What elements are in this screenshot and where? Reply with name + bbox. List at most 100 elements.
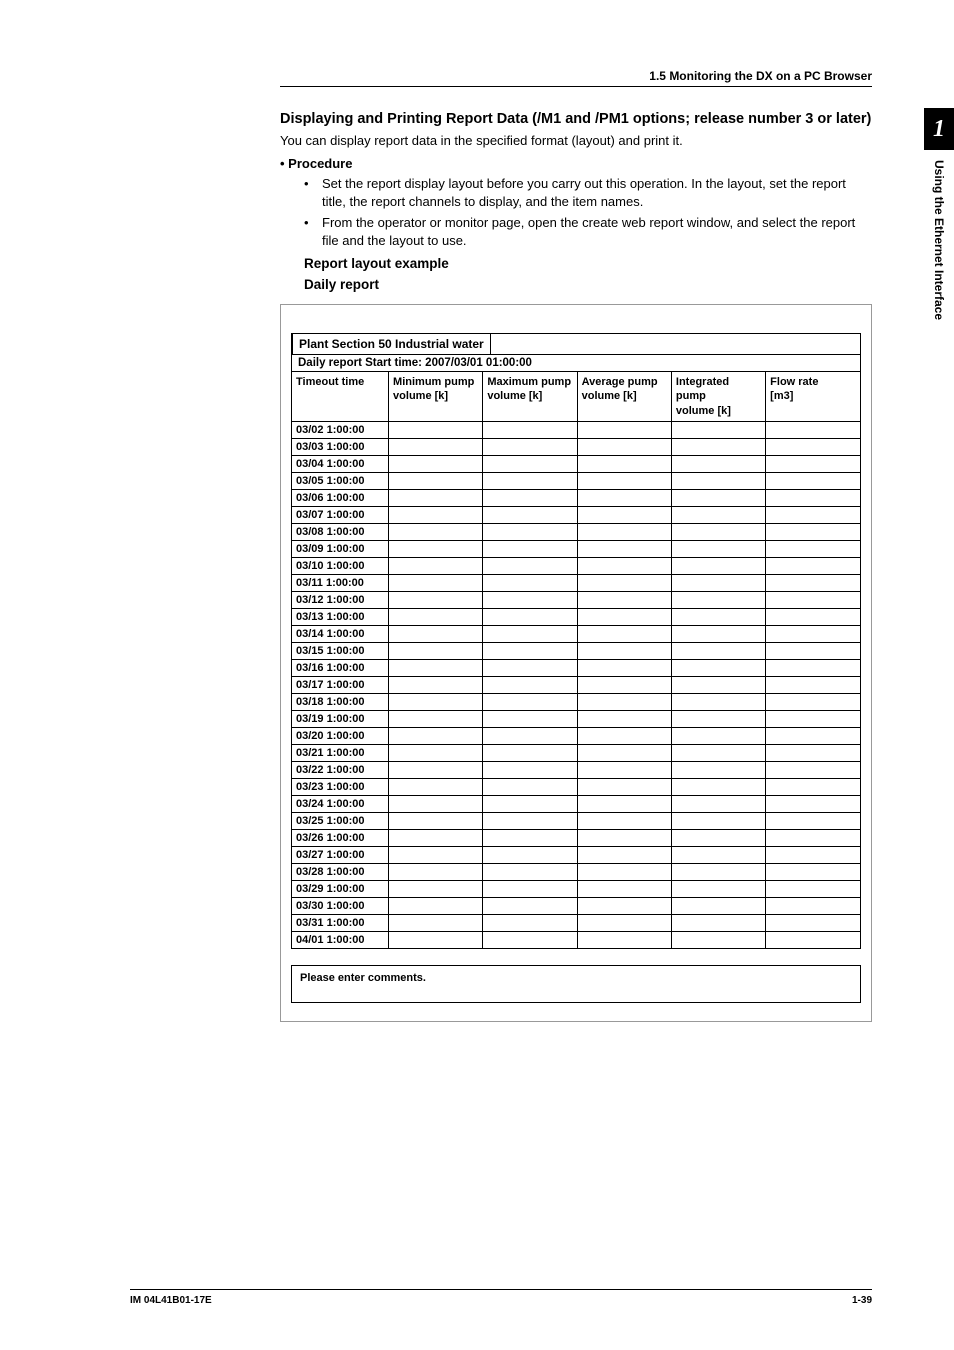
data-cell [671,710,765,727]
data-cell [766,642,860,659]
data-cell [766,710,860,727]
layout-example-heading: Report layout example [304,256,872,271]
data-cell [671,608,765,625]
timeout-cell: 03/07 1:00:00 [292,506,389,523]
data-cell [389,642,483,659]
data-cell [766,659,860,676]
table-row: 03/15 1:00:00 [292,642,860,659]
data-cell [483,659,577,676]
data-cell [766,778,860,795]
data-cell [671,778,765,795]
data-cell [671,829,765,846]
data-cell [389,659,483,676]
data-cell [671,880,765,897]
data-cell [389,608,483,625]
data-cell [389,591,483,608]
table-row: 03/22 1:00:00 [292,761,860,778]
chapter-number: 1 [924,108,954,150]
data-cell [577,710,671,727]
data-cell [671,727,765,744]
data-cell [389,557,483,574]
data-cell [766,455,860,472]
section-intro: You can display report data in the speci… [280,133,872,148]
data-cell [483,455,577,472]
data-cell [671,812,765,829]
data-cell [483,693,577,710]
data-cell [671,438,765,455]
data-cell [766,591,860,608]
data-cell [577,693,671,710]
table-row: 03/04 1:00:00 [292,455,860,472]
report-title: Plant Section 50 Industrial water [292,333,491,355]
data-cell [577,438,671,455]
data-cell [671,642,765,659]
data-cell [483,472,577,489]
data-cell [671,489,765,506]
data-cell [483,574,577,591]
data-cell [483,897,577,914]
data-cell [389,727,483,744]
timeout-cell: 03/26 1:00:00 [292,829,389,846]
data-cell [483,744,577,761]
footer-doc-id: IM 04L41B01-17E [130,1295,212,1306]
data-cell [671,625,765,642]
timeout-cell: 03/19 1:00:00 [292,710,389,727]
section-title: Displaying and Printing Report Data (/M1… [280,109,872,129]
data-cell [577,880,671,897]
table-row: 03/09 1:00:00 [292,540,860,557]
data-cell [577,472,671,489]
data-cell [483,642,577,659]
timeout-cell: 03/29 1:00:00 [292,880,389,897]
data-cell [483,557,577,574]
data-cell [766,540,860,557]
timeout-cell: 03/08 1:00:00 [292,523,389,540]
report-table: Timeout timeMinimum pumpvolume [k]Maximu… [292,372,860,948]
data-cell [671,421,765,438]
table-row: 03/13 1:00:00 [292,608,860,625]
data-cell [671,863,765,880]
data-cell [483,676,577,693]
data-cell [671,455,765,472]
report-layout-frame: Plant Section 50 Industrial water Daily … [280,304,872,1022]
table-row: 03/25 1:00:00 [292,812,860,829]
data-cell [577,421,671,438]
data-cell [577,591,671,608]
data-cell [577,761,671,778]
data-cell [766,931,860,948]
data-cell [577,778,671,795]
data-cell [766,676,860,693]
data-cell [766,557,860,574]
data-cell [389,778,483,795]
data-cell [671,914,765,931]
data-cell [766,506,860,523]
data-cell [389,676,483,693]
timeout-cell: 03/25 1:00:00 [292,812,389,829]
timeout-cell: 03/11 1:00:00 [292,574,389,591]
data-cell [766,829,860,846]
timeout-cell: 03/21 1:00:00 [292,744,389,761]
timeout-cell: 03/22 1:00:00 [292,761,389,778]
data-cell [766,795,860,812]
data-cell [577,608,671,625]
table-row: 03/27 1:00:00 [292,846,860,863]
footer-page-number: 1-39 [852,1295,872,1306]
table-row: 03/06 1:00:00 [292,489,860,506]
data-cell [577,574,671,591]
table-row: 03/26 1:00:00 [292,829,860,846]
data-cell [671,897,765,914]
table-row: 03/30 1:00:00 [292,897,860,914]
daily-report-heading: Daily report [304,277,872,292]
data-cell [389,693,483,710]
procedure-item: From the operator or monitor page, open … [304,214,872,250]
data-cell [389,489,483,506]
data-cell [577,676,671,693]
data-cell [766,914,860,931]
data-cell [389,472,483,489]
data-cell [671,506,765,523]
data-cell [766,625,860,642]
table-row: 03/17 1:00:00 [292,676,860,693]
comments-box: Please enter comments. [291,965,861,1003]
data-cell [671,523,765,540]
timeout-cell: 03/05 1:00:00 [292,472,389,489]
data-cell [577,914,671,931]
